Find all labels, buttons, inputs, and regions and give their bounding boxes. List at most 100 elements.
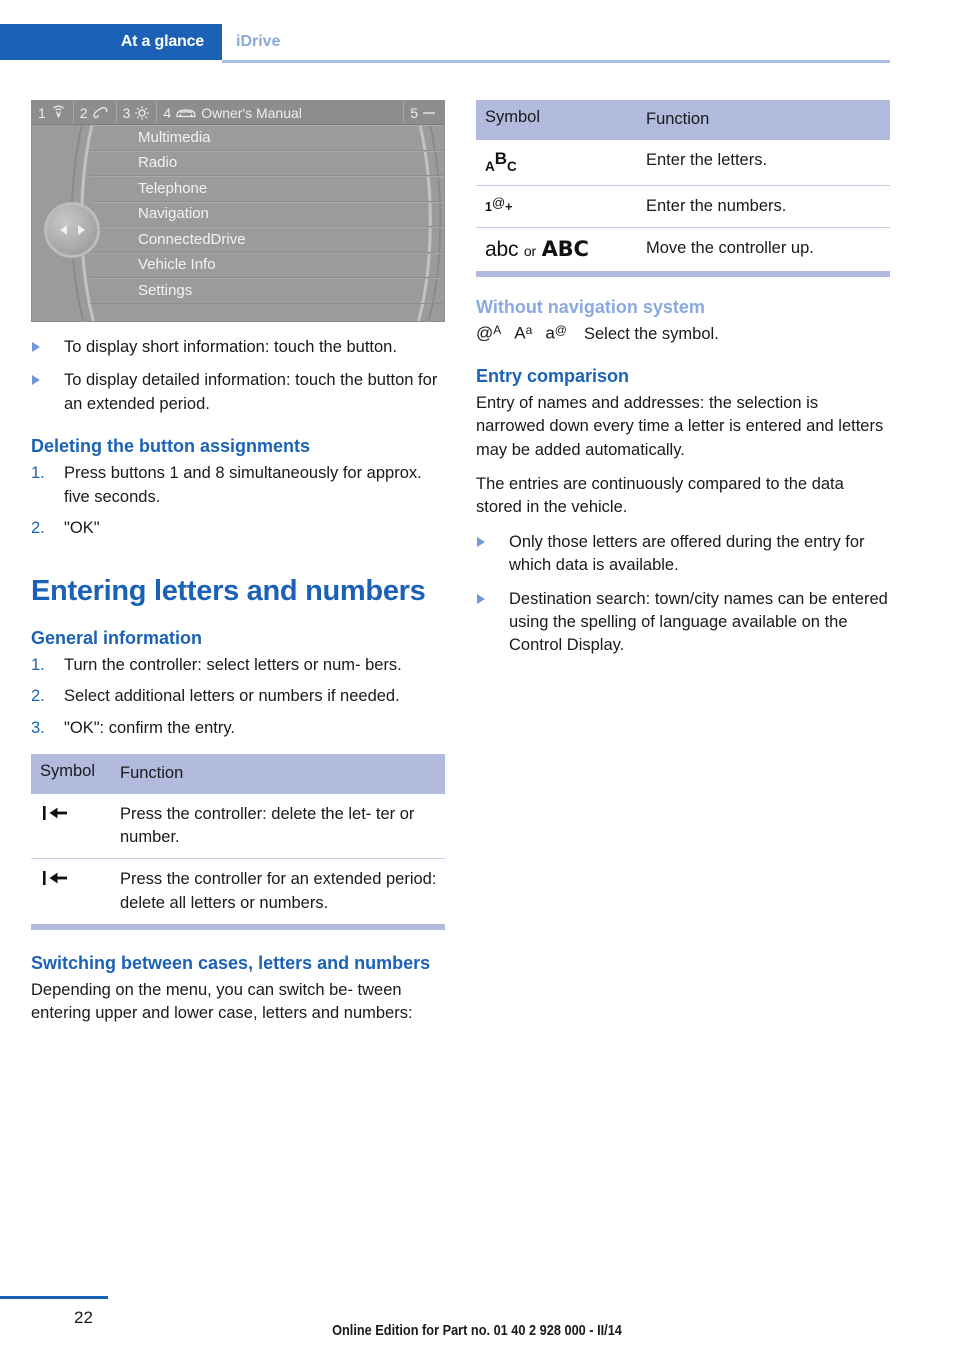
idrive-tab-3: 3 [117, 101, 158, 124]
column-header-function: Function [120, 764, 184, 783]
column-header-symbol: Symbol [40, 762, 96, 781]
idrive-menu-item[interactable]: Settings [90, 278, 444, 304]
triangle-bullet-icon [477, 536, 485, 547]
idrive-tab-5: 5 [404, 101, 444, 124]
step-number: 2. [31, 687, 45, 706]
case-switch-icon: abc or ABC [485, 237, 589, 262]
idrive-tab-2: 2 [74, 101, 117, 124]
list-item-text: Only those letters are offered during th… [509, 532, 865, 575]
gear-icon [134, 105, 150, 121]
list-item: 2. Select additional letters or numbers … [31, 685, 445, 708]
table-bottom-bar [476, 271, 890, 278]
cell-symbol: 1@+ [485, 195, 646, 216]
step-text: Select additional letters or numbers if … [64, 687, 400, 706]
letters-mode-icon: ABC [485, 149, 517, 175]
section-heading-switching: Switching between cases, letters and num… [31, 952, 431, 973]
cell-function: Enter the letters. [646, 151, 768, 170]
cell-function: Enter the numbers. [646, 197, 787, 216]
arrow-left-icon [59, 225, 67, 235]
cell-function: Move the controller up. [646, 239, 814, 258]
idrive-tab-2-number: 2 [79, 104, 88, 121]
idrive-tab-4-number: 4 [163, 104, 172, 121]
cell-symbol: ABC [485, 149, 646, 176]
list-item-text: To display detailed information: touch t… [64, 371, 438, 413]
entry-bullet-list: Only those letters are offered during th… [476, 531, 890, 658]
breadcrumb-subsection: iDrive [236, 33, 281, 50]
arrow-right-icon [77, 225, 85, 235]
idrive-tab-4-label: Owner's Manual [201, 104, 302, 121]
section-heading-entry-comparison: Entry comparison [476, 365, 630, 386]
symbol-function-table-left: Symbol Function Press the controller: de… [31, 754, 445, 930]
column-header-function: Function [646, 110, 710, 128]
list-item: 3. "OK": confirm the entry. [31, 717, 445, 740]
step-number: 2. [31, 519, 45, 538]
step-text: "OK" [64, 519, 100, 538]
page-header: At a glance iDrive [0, 24, 954, 64]
lowercase-at-icon: a@ [545, 323, 567, 343]
list-item: Only those letters are offered during th… [476, 531, 890, 578]
cell-function: Press the controller for an extended per… [120, 870, 437, 912]
breadcrumb-section: At a glance [0, 24, 222, 60]
telephone-handset-icon [92, 105, 110, 120]
idrive-menu-item[interactable]: Navigation [90, 202, 444, 227]
general-steps-list: 1. Turn the controller: select letters o… [31, 654, 445, 740]
step-number: 1. [31, 464, 45, 483]
backspace-icon [40, 803, 70, 823]
idrive-menu-item[interactable]: Telephone [90, 176, 444, 202]
list-item: 2. "OK" [31, 517, 445, 540]
backspace-icon [40, 868, 70, 888]
idrive-top-bar: 1 2 3 4 Owner's Manual 5 [32, 101, 444, 125]
table-header-row: Symbol Function [476, 100, 890, 141]
edition-notice: Online Edition for Part no. 01 40 2 928 … [332, 1322, 622, 1339]
idrive-screenshot-figure: 1 2 3 4 Owner's Manual 5 Multimedia Radi… [31, 100, 445, 322]
table-row: Press the controller for an extended per… [31, 859, 445, 923]
left-column: 1 2 3 4 Owner's Manual 5 Multimedia Radi… [31, 100, 445, 1037]
idrive-menu-item[interactable]: Radio [90, 151, 444, 176]
list-item: 1. Press buttons 1 and 8 simultaneously … [31, 462, 445, 509]
idrive-controller-knob[interactable] [44, 202, 100, 258]
table-row: 1@+ Enter the numbers. [476, 186, 890, 229]
radio-waves-icon [50, 105, 67, 120]
step-text: "OK": confirm the entry. [64, 718, 235, 737]
entry-paragraph: The entries are continuously compared to… [476, 474, 844, 517]
header-divider [222, 60, 890, 63]
table-row: Press the controller: delete the let- te… [31, 794, 445, 860]
top-bullet-list: To display short information: touch the … [31, 336, 445, 416]
section-heading-deleting: Deleting the button assignments [31, 436, 311, 457]
without-nav-symbol-row: @A Aa a@ Select the symbol. [476, 323, 890, 343]
idrive-tab-5-number: 5 [410, 104, 418, 121]
list-item: 1. Turn the controller: select letters o… [31, 654, 445, 677]
list-item-text: To display short information: touch the … [64, 338, 397, 356]
symbol-function-table-right: Symbol Function ABC Enter the letters. 1… [476, 100, 890, 278]
list-item: Destination search: town/city names can … [476, 588, 890, 658]
list-item-text: Destination search: town/city names can … [509, 589, 888, 655]
minus-icon [422, 108, 436, 118]
page-title: Entering letters and numbers [31, 574, 426, 607]
table-row: ABC Enter the letters. [476, 140, 890, 187]
triangle-bullet-icon [477, 593, 485, 604]
car-front-icon [175, 106, 197, 119]
idrive-menu-item[interactable]: ConnectedDrive [90, 227, 444, 253]
idrive-menu-item[interactable]: Vehicle Info [90, 253, 444, 278]
triangle-bullet-icon [32, 342, 40, 352]
section-heading-without-nav: Without navigation system [476, 297, 705, 318]
step-text: Press buttons 1 and 8 simultaneously for… [64, 464, 422, 506]
cell-symbol: abc or ABC [485, 237, 646, 262]
table-row: abc or ABC Move the controller up. [476, 228, 890, 271]
list-item: To display detailed information: touch t… [31, 369, 445, 416]
footer-divider [0, 1296, 108, 1299]
without-nav-text: Select the symbol. [583, 324, 719, 343]
at-uppercase-icon: @A [476, 323, 502, 343]
section-heading-general: General information [31, 627, 203, 648]
idrive-menu-item[interactable]: Multimedia [90, 125, 444, 151]
step-text: Turn the controller: select letters or n… [64, 655, 402, 674]
table-header-row: Symbol Function [31, 754, 445, 795]
table-bottom-bar [31, 923, 445, 930]
switching-paragraph: Depending on the menu, you can switch be… [31, 980, 413, 1023]
uppercase-lowercase-icon: Aa [514, 323, 533, 343]
idrive-tab-1: 1 [32, 101, 74, 124]
cell-symbol [40, 868, 120, 893]
idrive-tab-1-number: 1 [38, 104, 46, 121]
triangle-bullet-icon [32, 375, 40, 386]
right-column: Symbol Function ABC Enter the letters. 1… [476, 100, 890, 668]
